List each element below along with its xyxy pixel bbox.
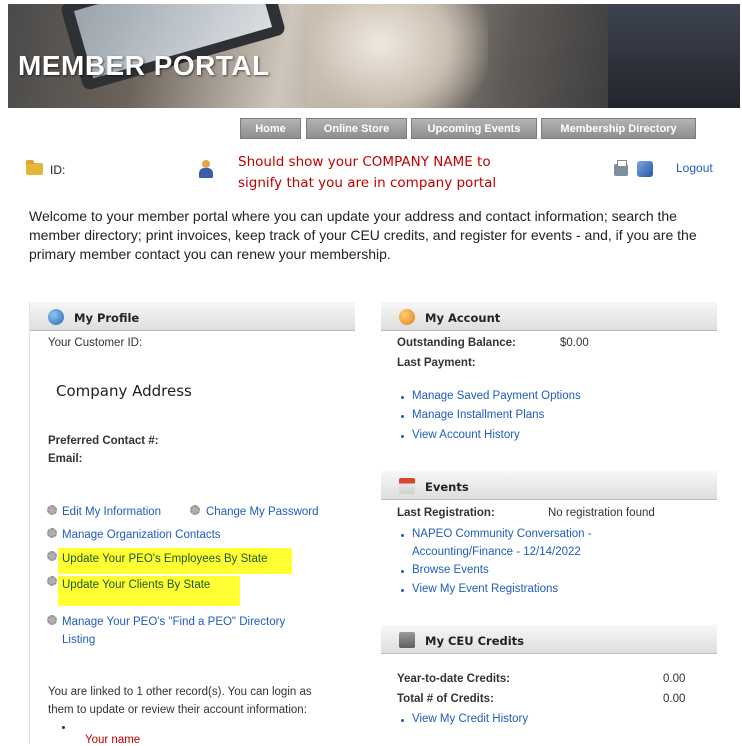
- my-account-header: My Account: [381, 302, 717, 331]
- gear-icon: [47, 528, 57, 538]
- browse-events-link[interactable]: Browse Events: [412, 564, 489, 576]
- linked-record-name-link[interactable]: Your name: [85, 734, 140, 746]
- ceu-credits-header: My CEU Credits: [381, 625, 717, 654]
- list-bullet: [401, 415, 404, 418]
- manage-find-a-peo-listing-link-line2[interactable]: Listing: [62, 634, 95, 646]
- my-profile-title: My Profile: [74, 311, 140, 325]
- total-credits-value: 0.00: [663, 693, 686, 705]
- manage-saved-payment-options-link[interactable]: Manage Saved Payment Options: [412, 390, 581, 402]
- list-bullet: [401, 589, 404, 592]
- list-bullet: [401, 534, 404, 537]
- dollar-coin-icon: [399, 309, 415, 325]
- nav-tab-upcoming-events[interactable]: Upcoming Events: [411, 118, 537, 139]
- ytd-credits-label: Year-to-date Credits:: [397, 673, 511, 685]
- view-credit-history-link[interactable]: View My Credit History: [412, 713, 528, 725]
- list-bullet: [401, 396, 404, 399]
- nav-tab-online-store[interactable]: Online Store: [306, 118, 407, 139]
- change-password-link[interactable]: Change My Password: [206, 506, 319, 518]
- list-bullet: [401, 719, 404, 722]
- gear-icon: [190, 505, 200, 515]
- header-banner: MEMBER PORTAL: [8, 4, 740, 108]
- last-registration-label: Last Registration:: [397, 507, 495, 519]
- gear-icon: [47, 576, 57, 586]
- my-account-panel: My Account Outstanding Balance: $0.00 La…: [381, 302, 717, 457]
- outstanding-balance-label: Outstanding Balance:: [397, 337, 516, 349]
- ceu-credits-panel: My CEU Credits Year-to-date Credits: 0.0…: [381, 625, 717, 744]
- list-bullet: [62, 726, 65, 729]
- gear-icon: [47, 505, 57, 515]
- nav-tab-membership-directory[interactable]: Membership Directory: [541, 118, 696, 139]
- globe-icon: [48, 309, 64, 325]
- events-title: Events: [425, 480, 469, 494]
- my-profile-panel: My Profile Your Customer ID: Company Add…: [29, 302, 355, 746]
- manage-find-a-peo-listing-link[interactable]: Manage Your PEO's "Find a PEO" Directory: [62, 616, 285, 628]
- logout-link[interactable]: Logout: [676, 161, 713, 175]
- certificate-icon: [399, 632, 415, 648]
- linked-records-text-line2: them to update or review their account i…: [48, 704, 307, 716]
- preferred-contact-label: Preferred Contact #:: [48, 435, 159, 447]
- update-clients-by-state-link[interactable]: Update Your Clients By State: [62, 579, 210, 591]
- nav-tab-home[interactable]: Home: [240, 118, 301, 139]
- portal-title: MEMBER PORTAL: [18, 50, 270, 81]
- folder-icon: [26, 160, 43, 175]
- welcome-text: Welcome to your member portal where you …: [29, 208, 697, 262]
- ceu-credits-title: My CEU Credits: [425, 634, 525, 648]
- linked-records-text: You are linked to 1 other record(s). You…: [48, 686, 312, 698]
- banner-highlight-graphic: [308, 4, 488, 108]
- utility-row: ID: Should show your COMPANY NAME to sig…: [0, 152, 742, 194]
- update-employees-by-state-link[interactable]: Update Your PEO's Employees By State: [62, 553, 267, 565]
- view-event-registrations-link[interactable]: View My Event Registrations: [412, 583, 558, 595]
- event-napeo-community-link-line2[interactable]: Accounting/Finance - 12/14/2022: [412, 546, 581, 558]
- event-napeo-community-link[interactable]: NAPEO Community Conversation -: [412, 528, 592, 540]
- calendar-icon: [399, 478, 415, 494]
- ytd-credits-value: 0.00: [663, 673, 686, 685]
- edit-my-information-link[interactable]: Edit My Information: [62, 506, 161, 518]
- user-icon: [199, 160, 213, 178]
- banner-suit-graphic: [608, 4, 740, 108]
- list-bullet: [401, 570, 404, 573]
- my-account-title: My Account: [425, 311, 501, 325]
- gear-icon: [47, 551, 57, 561]
- id-label: ID:: [50, 163, 66, 177]
- events-header: Events: [381, 471, 717, 500]
- logout-icon[interactable]: [637, 161, 653, 177]
- gear-icon: [47, 615, 57, 625]
- events-panel: Events Last Registration: No registratio…: [381, 471, 717, 611]
- manage-organization-contacts-link[interactable]: Manage Organization Contacts: [62, 529, 221, 541]
- company-address: Company Address: [56, 382, 192, 400]
- outstanding-balance-value: $0.00: [560, 337, 589, 349]
- last-registration-value: No registration found: [548, 507, 655, 519]
- last-payment-label: Last Payment:: [397, 357, 476, 369]
- view-account-history-link[interactable]: View Account History: [412, 429, 520, 441]
- main-nav: Home Online Store Upcoming Events Member…: [0, 118, 742, 140]
- manage-installment-plans-link[interactable]: Manage Installment Plans: [412, 409, 544, 421]
- total-credits-label: Total # of Credits:: [397, 693, 494, 705]
- email-label: Email:: [48, 453, 83, 465]
- my-profile-header: My Profile: [30, 302, 355, 331]
- printer-icon[interactable]: [614, 160, 628, 176]
- list-bullet: [401, 435, 404, 438]
- company-name-note: Should show your COMPANY NAME to signify…: [238, 154, 497, 191]
- customer-id-label: Your Customer ID:: [48, 337, 143, 349]
